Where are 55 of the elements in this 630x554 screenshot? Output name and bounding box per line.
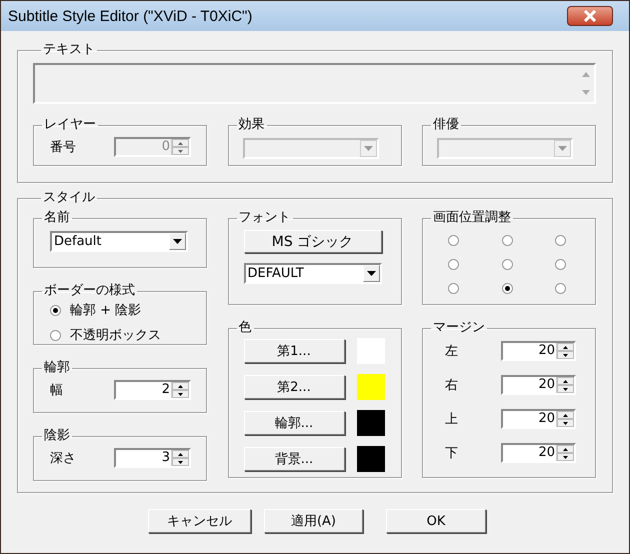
close-button[interactable] (567, 6, 613, 26)
group-label: テキスト (42, 43, 96, 57)
caret-icon (558, 146, 567, 151)
field-label: 右 (445, 377, 459, 394)
radio-button[interactable] (502, 283, 512, 294)
text-area[interactable] (33, 63, 596, 104)
dropdown-value: Default (54, 234, 102, 249)
radio-button[interactable] (502, 235, 512, 246)
radio-button[interactable] (555, 283, 566, 294)
field-label: 幅 (50, 382, 64, 399)
dialog-button[interactable]: 適用(A) (264, 509, 363, 533)
field-label: 番号 (50, 139, 77, 156)
radio-button[interactable] (50, 330, 61, 340)
dropdown-value: DEFAULT (248, 266, 304, 281)
dialog-button[interactable]: キャンセル (148, 509, 251, 533)
group-label: スタイル (42, 191, 96, 205)
radio-button[interactable] (50, 304, 61, 316)
color-button[interactable]: 第1... (244, 339, 344, 363)
radio-button[interactable] (502, 259, 512, 270)
dialog-button[interactable]: OK (386, 509, 486, 533)
window-title: Subtitle Style Editor ("XViD - T0XiC") (8, 8, 252, 24)
radio-button[interactable] (555, 259, 566, 270)
font-button[interactable]: MS ゴシック (244, 230, 382, 253)
group-label: ボーダーの様式 (43, 284, 136, 298)
scroll-up-icon (582, 72, 590, 77)
dropdown[interactable]: DEFAULT (244, 263, 382, 284)
field-label: 上 (445, 411, 459, 428)
color-button[interactable]: 背景... (244, 447, 344, 471)
color-button[interactable]: 輪郭... (244, 411, 344, 435)
group-label: マージン (432, 321, 486, 335)
radio-label: 不透明ボックス (70, 327, 161, 344)
field-label: 下 (445, 445, 459, 462)
field-label: 深さ (50, 450, 77, 467)
caret-icon (173, 239, 182, 244)
group-label: フォント (238, 211, 292, 225)
caret-icon (366, 271, 376, 276)
group-label: レイヤー (43, 118, 97, 132)
group-label: 俳優 (432, 118, 460, 132)
radio-button[interactable] (555, 235, 566, 246)
scroll-down-icon (582, 90, 590, 96)
group-label: 輪郭 (43, 361, 71, 375)
radio-button[interactable] (448, 283, 459, 294)
color-button[interactable]: 第2... (244, 375, 344, 399)
radio-label: 輪郭 + 陰影 (70, 302, 142, 319)
radio-button[interactable] (448, 235, 459, 246)
group-label: 効果 (238, 118, 266, 132)
caret-icon (364, 146, 372, 151)
group-label: 色 (238, 321, 252, 335)
close-icon (583, 10, 597, 22)
radio-button[interactable] (448, 259, 459, 270)
field-label: 左 (445, 343, 459, 360)
group-label: 画面位置調整 (432, 211, 512, 225)
group-label: 陰影 (43, 429, 71, 443)
dropdown[interactable]: Default (50, 231, 188, 252)
group-label: 名前 (43, 211, 71, 225)
